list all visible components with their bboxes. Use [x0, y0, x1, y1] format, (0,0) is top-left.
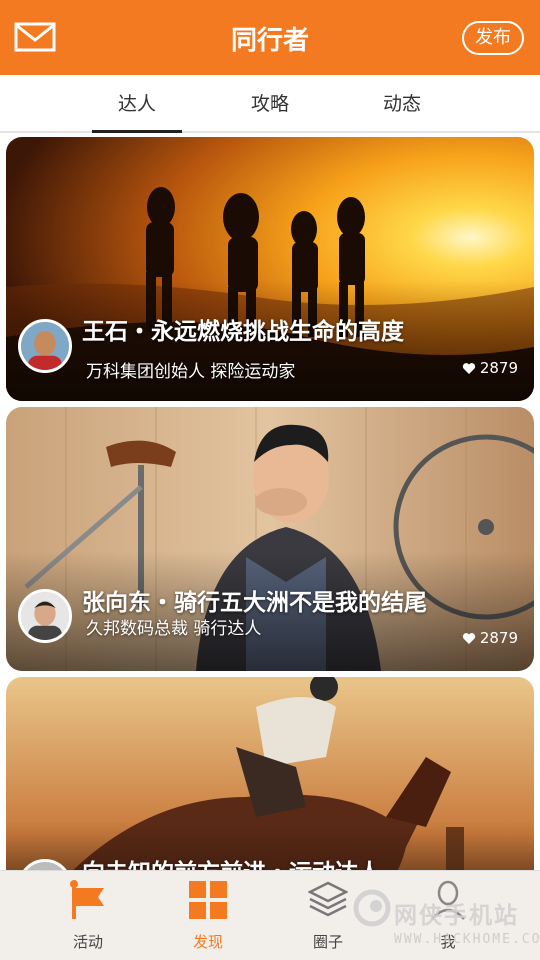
like-count[interactable]: 2879 — [462, 629, 518, 647]
like-count-value: 2879 — [479, 629, 518, 647]
grid-icon — [189, 881, 227, 919]
tab-updates[interactable]: 动态 — [357, 75, 447, 133]
app-header: 同行者 发布 — [0, 0, 540, 75]
nav-discover[interactable]: 发现 — [148, 871, 268, 960]
nav-label: 活动 — [72, 933, 103, 951]
avatar[interactable] — [18, 589, 72, 643]
layers-icon — [308, 881, 348, 917]
watermark-url: WWW.HACKHOME.COM — [394, 932, 540, 947]
card-title: 向未知的前方前进・运动达人 — [82, 853, 381, 870]
card-title: 张向东・骑行五大洲不是我的结尾 — [82, 590, 427, 616]
flag-icon — [70, 880, 104, 919]
watermark: 网侠手机站 WWW.HACKHOME.COM — [352, 888, 540, 956]
active-tab-indicator — [92, 130, 182, 133]
like-count-value: 2879 — [479, 359, 518, 377]
nav-label: 发现 — [192, 933, 223, 951]
tab-guides[interactable]: 攻略 — [225, 75, 315, 133]
card-subtitle: 万科集团创始人 探险运动家 — [86, 362, 296, 382]
watermark-logo-icon — [353, 889, 391, 927]
expert-card[interactable]: 向未知的前方前进・运动达人 — [6, 677, 534, 870]
expert-feed[interactable]: 王石・永远燃烧挑战生命的高度 万科集团创始人 探险运动家 2879 张向东・骑行… — [0, 135, 540, 870]
page-title: 同行者 — [230, 26, 309, 56]
expert-card[interactable]: 张向东・骑行五大洲不是我的结尾 久邦数码总裁 骑行达人 2879 — [6, 407, 534, 671]
nav-activities[interactable]: 活动 — [28, 871, 148, 960]
card-subtitle: 久邦数码总裁 骑行达人 — [86, 619, 262, 639]
heart-icon — [462, 632, 475, 644]
watermark-text: 网侠手机站 — [394, 903, 519, 929]
publish-button[interactable]: 发布 — [462, 21, 524, 55]
heart-icon — [462, 362, 475, 374]
card-title: 王石・永远燃烧挑战生命的高度 — [82, 319, 404, 345]
tab-experts[interactable]: 达人 — [92, 75, 182, 133]
like-count[interactable]: 2879 — [462, 359, 518, 377]
expert-card[interactable]: 王石・永远燃烧挑战生命的高度 万科集团创始人 探险运动家 2879 — [6, 137, 534, 401]
avatar[interactable] — [18, 319, 72, 373]
tab-bar: 达人 攻略 动态 — [0, 75, 540, 133]
